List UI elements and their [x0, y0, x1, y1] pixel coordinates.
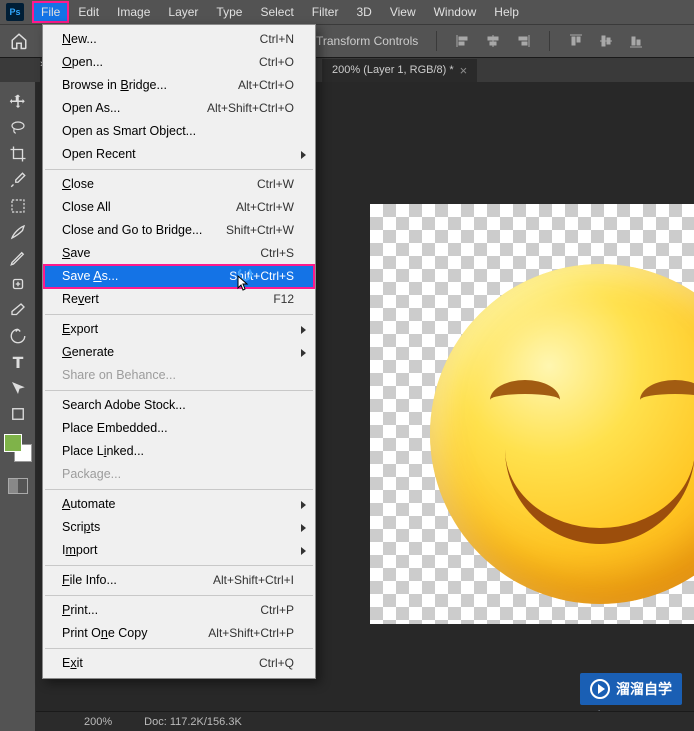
healing-tool[interactable]: [6, 272, 30, 296]
menu-item-share-on-behance[interactable]: Share on Behance...: [44, 364, 314, 387]
menu-separator: [45, 489, 313, 490]
menu-item-browse-in-bridge[interactable]: Browse in Bridge...Alt+Ctrl+O: [44, 74, 314, 97]
crop-tool[interactable]: [6, 142, 30, 166]
menu-item-print-one-copy[interactable]: Print One CopyAlt+Shift+Ctrl+P: [44, 622, 314, 645]
eyedropper-tool[interactable]: [6, 168, 30, 192]
pencil-tool[interactable]: [6, 246, 30, 270]
menu-item-revert[interactable]: RevertF12: [44, 288, 314, 311]
menu-item-close-and-go-to-bridge[interactable]: Close and Go to Bridge...Shift+Ctrl+W: [44, 219, 314, 242]
menu-item-place-linked[interactable]: Place Linked...: [44, 440, 314, 463]
menu-item-save[interactable]: SaveCtrl+S: [44, 242, 314, 265]
menu-item-new[interactable]: New...Ctrl+N: [44, 28, 314, 51]
menu-item-open-recent[interactable]: Open Recent: [44, 143, 314, 166]
menu-item-open-as[interactable]: Open As...Alt+Shift+Ctrl+O: [44, 97, 314, 120]
align-center-h-icon[interactable]: [485, 33, 501, 49]
toolbox: [0, 82, 36, 731]
menu-separator: [45, 648, 313, 649]
menu-select[interactable]: Select: [251, 1, 302, 23]
menu-help[interactable]: Help: [485, 1, 528, 23]
document-tab-title: 200% (Layer 1, RGB/8) *: [332, 64, 454, 76]
watermark-text: 溜溜自学: [616, 679, 672, 699]
menu-item-generate[interactable]: Generate: [44, 341, 314, 364]
menu-item-open[interactable]: Open...Ctrl+O: [44, 51, 314, 74]
menu-separator: [45, 595, 313, 596]
menu-window[interactable]: Window: [425, 1, 486, 23]
color-swatches[interactable]: [4, 434, 32, 462]
menu-type[interactable]: Type: [207, 1, 251, 23]
menu-filter[interactable]: Filter: [303, 1, 348, 23]
type-tool[interactable]: [6, 350, 30, 374]
menu-3d[interactable]: 3D: [347, 1, 380, 23]
menu-item-package[interactable]: Package...: [44, 463, 314, 486]
brush-tool[interactable]: [6, 220, 30, 244]
menu-view[interactable]: View: [381, 1, 425, 23]
menu-layer[interactable]: Layer: [159, 1, 207, 23]
menu-item-automate[interactable]: Automate: [44, 493, 314, 516]
eraser-tool[interactable]: [6, 298, 30, 322]
menu-item-close-all[interactable]: Close AllAlt+Ctrl+W: [44, 196, 314, 219]
menu-image[interactable]: Image: [108, 1, 159, 23]
document-tab[interactable]: 200% (Layer 1, RGB/8) * ×: [322, 59, 477, 82]
menu-separator: [45, 390, 313, 391]
align-right-icon[interactable]: [515, 33, 531, 49]
menu-item-scripts[interactable]: Scripts: [44, 516, 314, 539]
marquee-tool[interactable]: [6, 194, 30, 218]
play-icon: [590, 679, 610, 699]
document-canvas[interactable]: [370, 204, 694, 624]
align-bottom-icon[interactable]: [628, 33, 644, 49]
menu-item-exit[interactable]: ExitCtrl+Q: [44, 652, 314, 675]
zoom-level[interactable]: 200%: [84, 716, 112, 728]
file-menu-dropdown: New...Ctrl+NOpen...Ctrl+OBrowse in Bridg…: [42, 24, 316, 679]
menu-item-export[interactable]: Export: [44, 318, 314, 341]
app-logo: Ps: [6, 3, 24, 21]
menu-item-place-embedded[interactable]: Place Embedded...: [44, 417, 314, 440]
home-icon[interactable]: [10, 32, 28, 50]
menu-item-save-as[interactable]: Save As...Shift+Ctrl+S: [44, 265, 314, 288]
menu-separator: [45, 565, 313, 566]
menu-item-file-info[interactable]: File Info...Alt+Shift+Ctrl+I: [44, 569, 314, 592]
shape-tool[interactable]: [6, 402, 30, 426]
transform-controls-label: Transform Controls: [316, 34, 418, 48]
quick-mask-toggle[interactable]: [8, 478, 28, 494]
menu-separator: [45, 169, 313, 170]
menu-item-search-adobe-stock[interactable]: Search Adobe Stock...: [44, 394, 314, 417]
menu-item-close[interactable]: CloseCtrl+W: [44, 173, 314, 196]
watermark-badge: 溜溜自学: [580, 673, 682, 705]
menu-item-open-as-smart-object[interactable]: Open as Smart Object...: [44, 120, 314, 143]
path-tool[interactable]: [6, 376, 30, 400]
foreground-color-swatch[interactable]: [4, 434, 22, 452]
history-brush-tool[interactable]: [6, 324, 30, 348]
status-bar: 200% Doc: 117.2K/156.3K: [36, 711, 694, 731]
align-center-v-icon[interactable]: [598, 33, 614, 49]
align-left-icon[interactable]: [455, 33, 471, 49]
move-tool[interactable]: [6, 90, 30, 114]
document-size: Doc: 117.2K/156.3K: [144, 716, 242, 728]
lasso-tool[interactable]: [6, 116, 30, 140]
close-icon[interactable]: ×: [460, 63, 468, 78]
menubar: Ps FileEditImageLayerTypeSelectFilter3DV…: [0, 0, 694, 24]
menu-separator: [45, 314, 313, 315]
menu-edit[interactable]: Edit: [69, 1, 108, 23]
menu-file[interactable]: File: [32, 1, 69, 23]
menu-item-import[interactable]: Import: [44, 539, 314, 562]
align-top-icon[interactable]: [568, 33, 584, 49]
menu-item-print[interactable]: Print...Ctrl+P: [44, 599, 314, 622]
